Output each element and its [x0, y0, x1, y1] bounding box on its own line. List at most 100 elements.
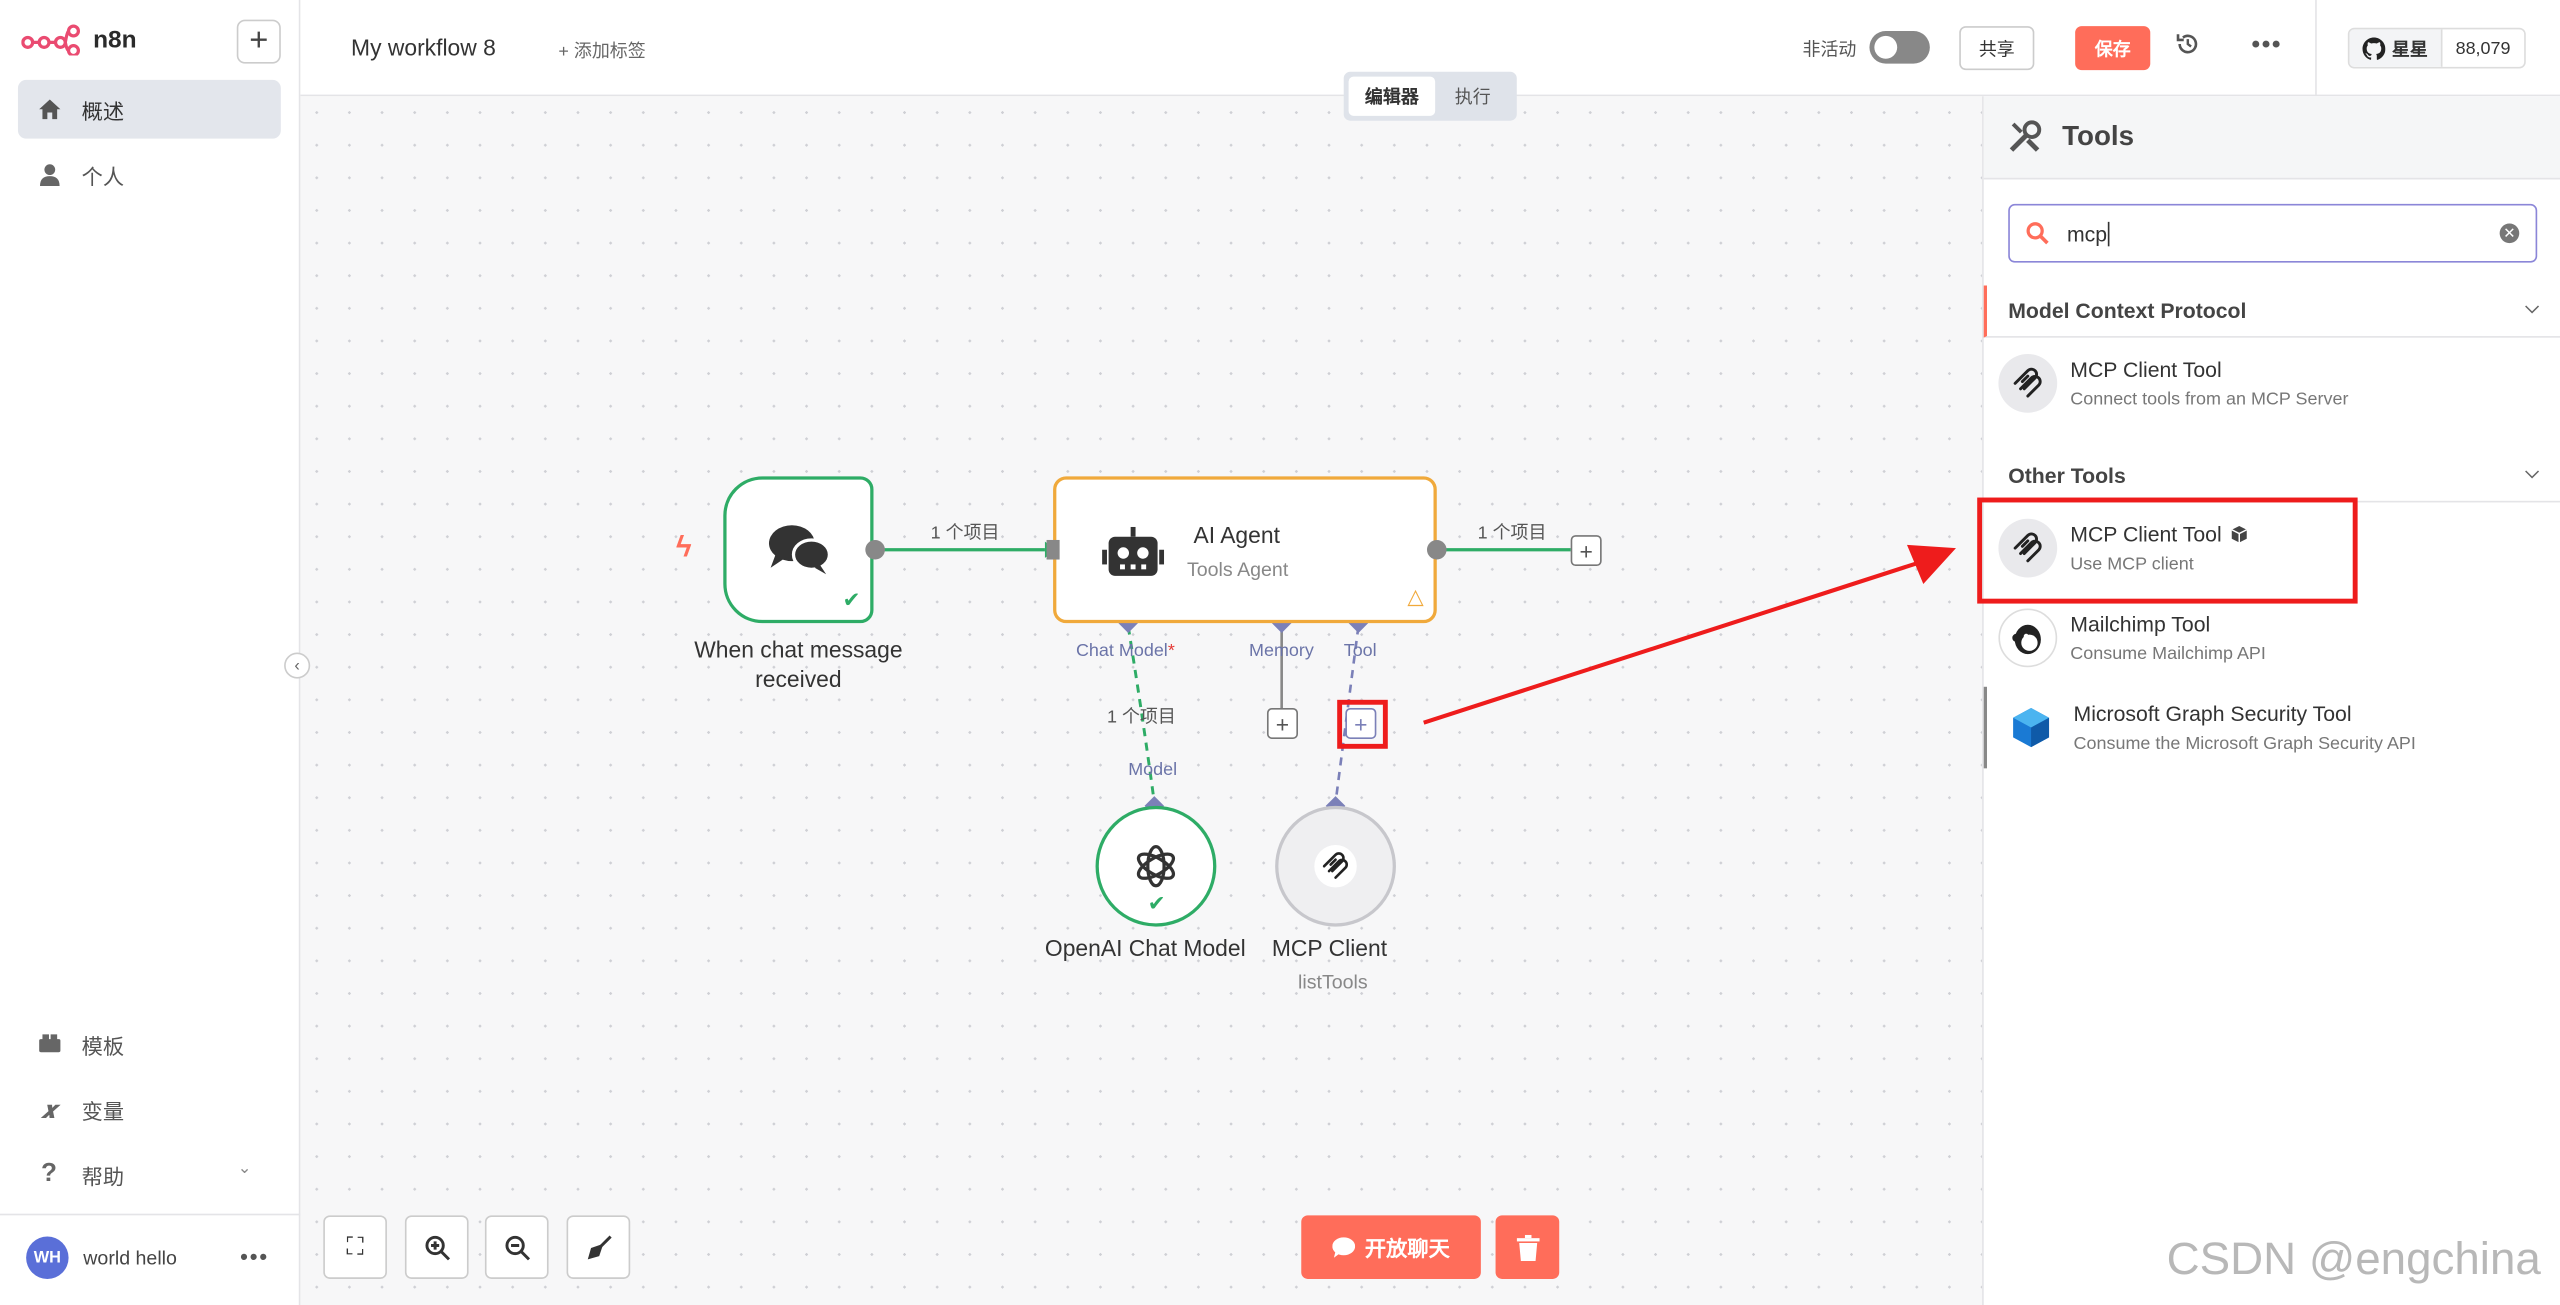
category-title: Other Tools — [2008, 463, 2126, 488]
sidebar-item-label: 概述 — [81, 98, 125, 124]
workflow-canvas[interactable] — [300, 96, 1983, 1305]
input-port[interactable] — [1046, 539, 1060, 560]
mcp-client-node[interactable] — [1275, 805, 1396, 927]
tool-desc: Connect tools from an MCP Server — [2070, 389, 2349, 410]
broom-icon — [586, 1234, 611, 1259]
active-toggle[interactable] — [1869, 30, 1930, 64]
agent-title: AI Agent — [1193, 522, 1280, 549]
openai-chat-model-node[interactable]: ✔ — [1095, 805, 1217, 927]
mode-switch: 编辑器 执行 — [1343, 71, 1517, 121]
output-port[interactable] — [865, 539, 885, 560]
more-options-icon[interactable]: ••• — [2251, 31, 2282, 59]
list-item[interactable]: MCP Client Tool Connect tools from an MC… — [1984, 343, 2560, 425]
collapse-sidebar-button[interactable]: ‹ — [284, 652, 311, 679]
port-label-text: Chat Model — [1075, 641, 1168, 661]
chevron-down-icon: ⌄ — [237, 1159, 252, 1178]
zoom-out-icon — [504, 1235, 530, 1260]
user-name: world hello — [83, 1246, 177, 1270]
tidy-up-button[interactable] — [566, 1215, 631, 1279]
add-memory-button[interactable]: + — [1266, 707, 1298, 739]
n8n-logo-icon — [21, 24, 81, 56]
openai-node-label: OpenAI Chat Model — [1044, 934, 1246, 961]
openai-icon — [1136, 845, 1176, 888]
mcp-icon — [1998, 353, 2058, 413]
required-marker: * — [1167, 641, 1175, 661]
sidebar-item-personal[interactable]: 个人 — [18, 145, 281, 204]
github-star-count: 88,079 — [2455, 38, 2511, 58]
divider — [0, 1213, 301, 1216]
success-check-icon: ✔ — [842, 587, 861, 612]
search-input[interactable]: mcp ✕ — [2008, 203, 2538, 263]
fit-view-button[interactable]: ⛶ — [323, 1215, 387, 1279]
sidebar-item-overview[interactable]: 概述 — [17, 79, 281, 139]
output-port[interactable] — [1426, 539, 1447, 560]
github-star-button[interactable]: 星星 88,079 — [2347, 27, 2526, 69]
add-workflow-button[interactable]: + — [236, 19, 281, 64]
history-icon[interactable] — [2176, 33, 2199, 62]
trigger-bolt-icon: ϟ — [675, 530, 692, 563]
agent-subtitle: Tools Agent — [1186, 557, 1289, 581]
panel-header: Tools — [1983, 96, 2560, 180]
clear-search-icon[interactable]: ✕ — [2499, 223, 2520, 244]
category-header[interactable]: Model Context Protocol ⌵ — [1983, 285, 2560, 338]
list-item[interactable]: Microsoft Graph Security Tool Consume th… — [1983, 686, 2560, 769]
zoom-in-button[interactable] — [404, 1215, 469, 1279]
sidebar: n8n + 概述 个人 模板 𝒙 变量 ? 帮助 ⌄ WH world hell… — [0, 0, 301, 1305]
chevron-left-icon: ‹ — [294, 656, 300, 675]
brand-logo[interactable]: n8n — [21, 23, 137, 56]
search-value: mcp — [2066, 221, 2108, 246]
port-label-model: Model — [1128, 760, 1178, 780]
share-button[interactable]: 共享 — [1959, 26, 2035, 71]
category-title: Model Context Protocol — [2008, 298, 2247, 323]
tool-desc: Consume Mailchimp API — [2070, 644, 2266, 664]
tab-executions[interactable]: 执行 — [1438, 77, 1507, 116]
mailchimp-icon — [1998, 608, 2058, 668]
tool-name: Microsoft Graph Security Tool — [2073, 701, 2352, 726]
port-label-memory: Memory — [1249, 641, 1314, 661]
chat-bubbles-icon — [769, 525, 832, 575]
divider — [2315, 0, 2317, 97]
list-item[interactable]: Mailchimp Tool Consume Mailchimp API — [1984, 597, 2560, 679]
github-icon — [2362, 36, 2386, 60]
sidebar-item-variables[interactable]: 𝒙 变量 — [18, 1080, 281, 1139]
category-header[interactable]: Other Tools ⌵ — [1983, 450, 2560, 503]
node-creator-panel: Tools mcp ✕ Model Context Protocol ⌵ MCP… — [1982, 96, 2560, 1305]
open-chat-label: 开放聊天 — [1364, 1236, 1450, 1261]
plus-icon: + — [249, 22, 269, 59]
active-status-label: 非活动 — [1802, 40, 1857, 61]
home-icon — [36, 96, 62, 122]
text-cursor — [2107, 221, 2109, 246]
tab-editor[interactable]: 编辑器 — [1348, 76, 1436, 116]
trigger-node-label: When chat message received — [674, 635, 922, 694]
zoom-out-button[interactable] — [484, 1215, 549, 1279]
user-icon — [36, 161, 62, 187]
brand-name: n8n — [93, 25, 137, 54]
trash-icon — [1515, 1234, 1539, 1261]
chat-trigger-node[interactable]: ✔ — [723, 476, 874, 624]
watermark: CSDN @engchina — [2166, 1233, 2541, 1284]
edge-item-count: 1 个项目 — [930, 523, 1000, 544]
microsoft-graph-icon — [2001, 698, 2061, 757]
add-node-button[interactable]: + — [1570, 535, 1602, 567]
mcp-icon — [1314, 845, 1357, 888]
workflow-name[interactable]: My workflow 8 — [351, 34, 496, 60]
trigger-label-line1: When chat message — [694, 636, 903, 663]
success-check-icon: ✔ — [1147, 890, 1166, 916]
port-label-tool: Tool — [1343, 641, 1377, 661]
user-menu[interactable]: WH world hello — [26, 1236, 177, 1279]
box-icon — [36, 1031, 62, 1057]
save-button[interactable]: 保存 — [2075, 26, 2151, 71]
sidebar-item-templates[interactable]: 模板 — [18, 1015, 281, 1074]
highlight-box — [1337, 699, 1388, 749]
ai-agent-node[interactable]: AI Agent Tools Agent △ — [1053, 476, 1437, 624]
more-options-icon[interactable]: ••• — [240, 1243, 269, 1269]
mcp-node-sublabel: listTools — [1297, 970, 1368, 994]
highlight-box — [1977, 497, 2358, 604]
delete-button[interactable] — [1495, 1215, 1560, 1279]
open-chat-button[interactable]: 开放聊天 — [1301, 1215, 1481, 1279]
zoom-in-icon — [424, 1235, 450, 1260]
add-tag-link[interactable]: + 添加标签 — [558, 38, 645, 64]
help-icon: ? — [40, 1159, 57, 1188]
avatar: WH — [26, 1236, 69, 1279]
sidebar-item-help[interactable]: ? 帮助 ⌄ — [18, 1145, 281, 1204]
